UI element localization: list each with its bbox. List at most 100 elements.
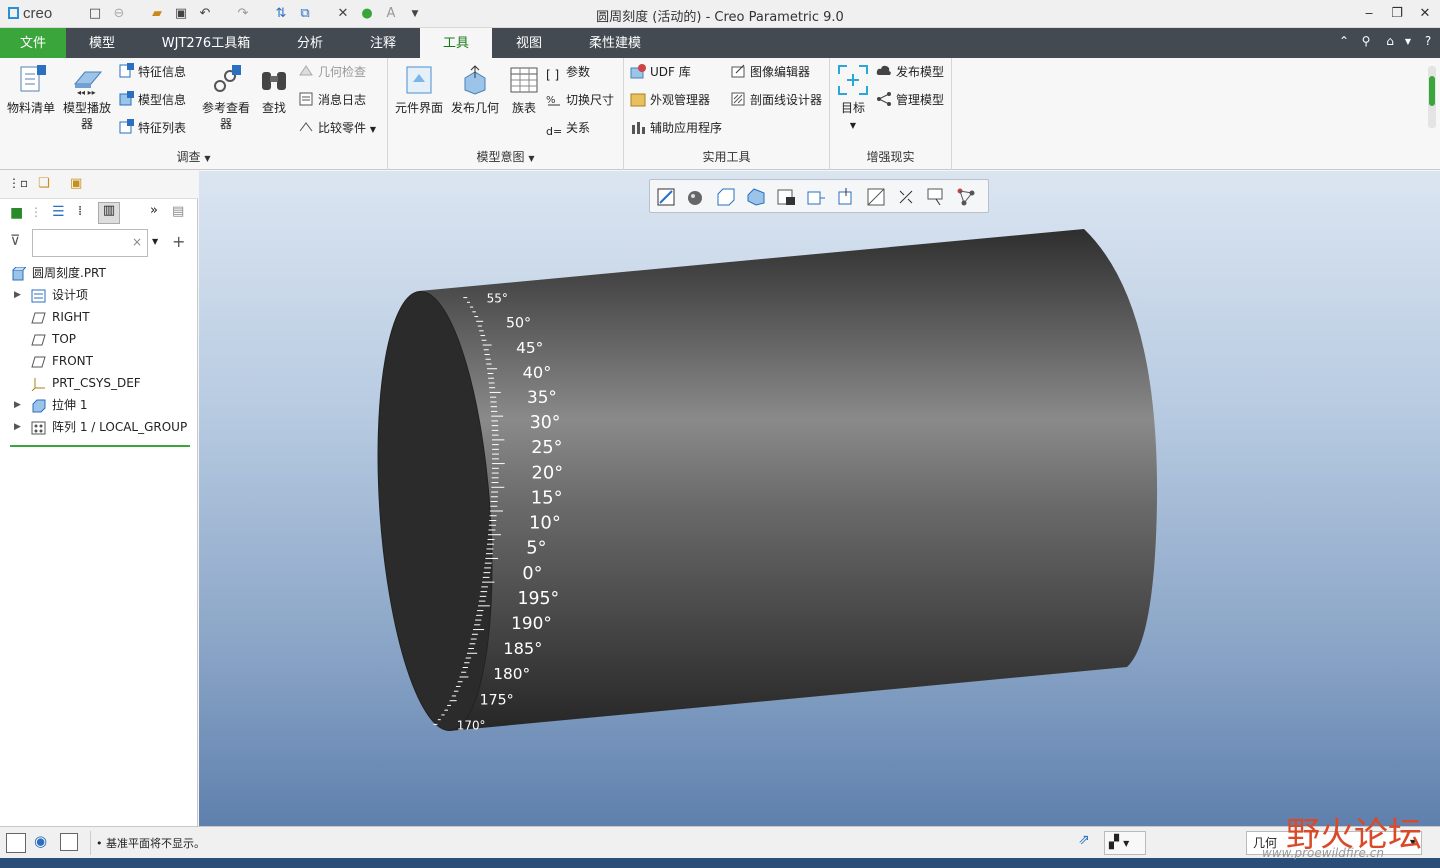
smart-select-icon[interactable]: ⇗ — [1078, 832, 1090, 848]
ar-target-dropdown-icon[interactable]: ▼ — [850, 121, 856, 130]
model-player-icon: ◂◂ ▸▸ — [71, 64, 103, 97]
group-model-intent: 元件界面 发布几何 族表 [ ] 参数 % 切换尺寸 d= 关系 模型意图 ▼ — [388, 58, 624, 170]
expand-arrow-icon[interactable]: ▶ — [14, 394, 21, 416]
filter-icon[interactable]: ⊽ — [10, 233, 20, 249]
scale-label: 170° — [457, 718, 486, 732]
restore-button[interactable]: ❐ — [1384, 4, 1410, 24]
tab-wjt276-toolbox[interactable]: WJT276工具箱 — [146, 28, 266, 58]
scale-label: 15° — [531, 487, 563, 508]
close-button[interactable]: ✕ — [1412, 4, 1438, 24]
watermark-url: www.proewildfire.cn — [1262, 846, 1384, 860]
reference-viewer-button[interactable]: 参考查看器 — [198, 64, 254, 132]
switch-dimensions-button[interactable]: % 切换尺寸 — [546, 90, 614, 110]
show-icon[interactable]: ▤ — [172, 204, 184, 219]
manage-model-label: 管理模型 — [896, 93, 945, 107]
publish-geometry-button[interactable]: 发布几何 — [448, 64, 502, 116]
model-intent-group-label[interactable]: 模型意图 ▼ — [388, 148, 623, 165]
collapse-ribbon-icon[interactable]: ⌃ — [1336, 34, 1352, 48]
browser-icon[interactable]: ◉ — [34, 832, 47, 850]
publish-model-button[interactable]: 发布模型 — [876, 62, 944, 82]
tree-columns-icon[interactable]: ⁞ — [78, 204, 82, 219]
model-tree-pane: ⋮▫ ❏ ▣ ■ ⋮ ☰ ⁞ ▥ » ▤ ⊽ × ▼ + 圆周刻度.PRT ▶ … — [0, 171, 198, 826]
help-icon[interactable]: ? — [1420, 34, 1436, 48]
tab-tools[interactable]: 工具 — [420, 28, 492, 58]
publish-model-label: 发布模型 — [896, 65, 945, 79]
compare-part-button[interactable]: 比较零件 ▼ — [298, 118, 376, 138]
design-items-icon — [31, 288, 46, 303]
tree-item-label: RIGHT — [52, 310, 90, 324]
tab-annotate[interactable]: 注释 — [352, 28, 414, 58]
appearance-manager-button[interactable]: 外观管理器 — [630, 90, 710, 110]
status-bar: ◉ • 基准平面将不显示。 ⇗ ▞ ▼ 几何 ▼ — [0, 826, 1440, 858]
auxiliary-apps-button[interactable]: 辅助应用程序 — [630, 118, 722, 138]
find-dropdown[interactable]: ▞ ▼ — [1104, 831, 1146, 855]
tab-view[interactable]: 视图 — [498, 28, 560, 58]
feature-list-button[interactable]: 特征列表 — [118, 118, 186, 138]
graphics-window[interactable]: 55° 50° 45° 40° 35° 30° 25° 20° 15° 10° 5° 0° 195° 19… — [199, 171, 1440, 826]
model-player-button[interactable]: ◂◂ ▸▸ 模型播放器 — [60, 64, 114, 132]
clear-search-icon[interactable]: × — [132, 235, 142, 249]
appearance-manager-icon — [630, 91, 646, 107]
feature-list-icon — [118, 119, 134, 135]
geometry-check-button[interactable]: 几何检查 — [298, 62, 366, 82]
scale-label: 45° — [516, 339, 543, 357]
search-icon[interactable]: ⚲ — [1358, 34, 1374, 48]
svg-text:%: % — [546, 95, 556, 106]
family-table-button[interactable]: 族表 — [504, 64, 544, 116]
udf-library-button[interactable]: UDF 库 — [630, 62, 691, 82]
scale-label: 5° — [526, 538, 546, 559]
model-info-button[interactable]: 模型信息 — [118, 90, 186, 110]
ar-target-button[interactable]: 目标 ▼ — [834, 64, 872, 134]
fullscreen-icon[interactable] — [60, 833, 78, 851]
separator — [90, 831, 91, 855]
tab-model[interactable]: 模型 — [70, 28, 134, 58]
family-table-label: 族表 — [511, 101, 536, 115]
expand-arrow-icon[interactable]: ▶ — [14, 416, 21, 438]
xhatch-designer-label: 剖面线设计器 — [750, 93, 823, 107]
compare-dropdown-icon[interactable]: ▼ — [370, 125, 376, 134]
tree-settings-icon[interactable]: ▥ — [98, 202, 120, 224]
extrude-icon — [31, 398, 46, 413]
parameters-button[interactable]: [ ] 参数 — [546, 62, 590, 82]
cylinder-model[interactable]: 55° 50° 45° 40° 35° 30° 25° 20° 15° 10° 5° 0° 195° 19… — [199, 171, 1440, 826]
tree-list-icon[interactable]: ☰ — [52, 204, 65, 220]
manage-model-button[interactable]: 管理模型 — [876, 90, 944, 110]
bom-button[interactable]: 物料清单 — [4, 64, 58, 116]
show-navigator-icon[interactable] — [6, 833, 26, 853]
image-editor-button[interactable]: 图像编辑器 — [730, 62, 810, 82]
scale-label: 25° — [531, 438, 562, 458]
relations-button[interactable]: d= 关系 — [546, 118, 590, 138]
feature-info-button[interactable]: 特征信息 — [118, 62, 186, 82]
minimize-button[interactable]: ‒ — [1356, 4, 1382, 24]
insert-indicator[interactable] — [10, 445, 190, 447]
investigate-group-label[interactable]: 调查 ▼ — [0, 148, 387, 165]
learning-connector-icon[interactable]: ⌂ — [1382, 34, 1398, 48]
folder-browser-tab-icon[interactable]: ❏ — [38, 176, 60, 196]
tree-search-input[interactable]: × — [32, 229, 148, 257]
title-bar: creo □ ⊖ ▰ ▣ ↶ ↷ ⇅ ⧉ ✕ ● A ▼ 圆周刻度 (活动的) … — [0, 0, 1440, 28]
group-utilities: UDF 库 外观管理器 辅助应用程序 图像编辑器 剖面线设计器 实用工具 — [624, 58, 830, 170]
auxiliary-apps-label: 辅助应用程序 — [650, 121, 723, 135]
feature-info-label: 特征信息 — [138, 65, 187, 79]
os-taskbar — [0, 858, 1440, 868]
message-log-button[interactable]: 消息日志 — [298, 90, 366, 110]
compare-part-icon — [298, 119, 314, 135]
tab-file[interactable]: 文件 — [0, 28, 66, 58]
ar-target-label: 目标 — [840, 101, 865, 115]
favorites-tab-icon[interactable]: ▣ — [70, 176, 92, 196]
help-dropdown-icon[interactable]: ▼ — [1400, 37, 1416, 46]
cube-icon[interactable]: ■ — [10, 205, 23, 221]
find-button[interactable]: 查找 — [256, 64, 292, 116]
tab-flexible-modeling[interactable]: 柔性建模 — [578, 28, 652, 58]
component-interface-label: 元件界面 — [394, 101, 443, 115]
component-interface-button[interactable]: 元件界面 — [392, 64, 446, 116]
ribbon-scrollbar[interactable] — [1428, 66, 1436, 128]
more-icon[interactable]: » — [150, 203, 158, 218]
add-icon[interactable]: + — [172, 232, 185, 251]
tree-item-label: PRT_CSYS_DEF — [52, 376, 141, 390]
model-tree-tab-icon[interactable]: ⋮▫ — [8, 176, 30, 196]
expand-arrow-icon[interactable]: ▶ — [14, 284, 21, 306]
search-dropdown-icon[interactable]: ▼ — [152, 237, 158, 246]
tab-analysis[interactable]: 分析 — [280, 28, 340, 58]
xhatch-designer-button[interactable]: 剖面线设计器 — [730, 90, 822, 110]
